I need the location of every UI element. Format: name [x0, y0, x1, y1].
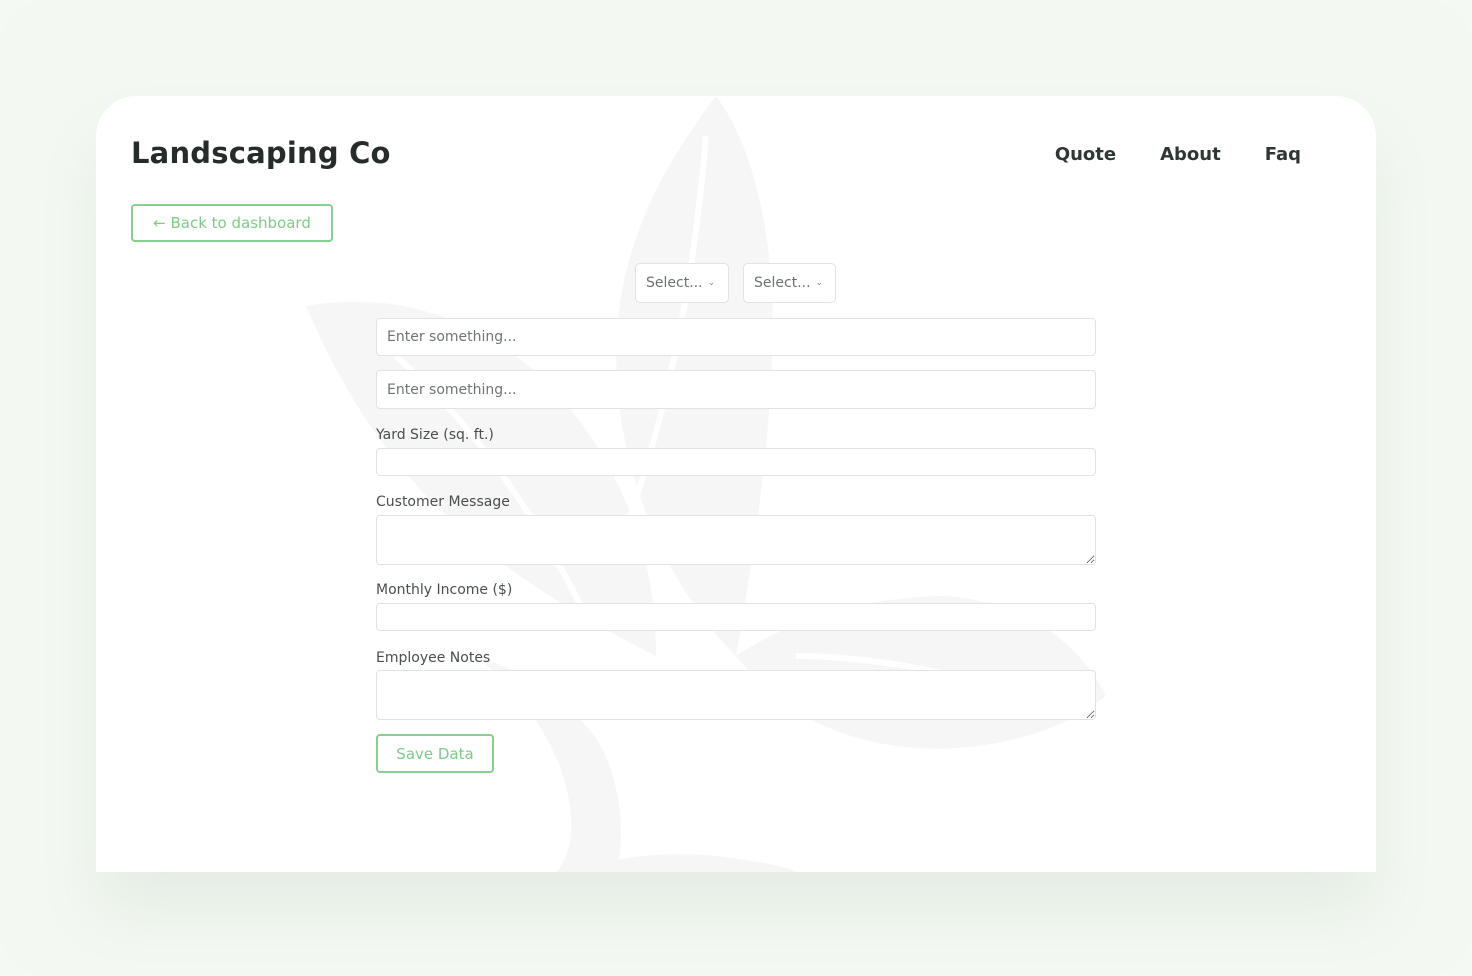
page-background: Landscaping Co Quote About Faq ← Back to… — [0, 0, 1472, 976]
customer-message-label: Customer Message — [376, 494, 510, 510]
main-card: Landscaping Co Quote About Faq ← Back to… — [96, 96, 1376, 872]
customer-message-textarea[interactable] — [376, 515, 1096, 565]
nav-quote[interactable]: Quote — [1055, 144, 1116, 165]
nav-about[interactable]: About — [1160, 144, 1221, 165]
select-row: Select... ⌄ Select... ⌄ — [635, 263, 836, 303]
select-dropdown-1[interactable]: Select... ⌄ — [635, 263, 729, 303]
nav-faq[interactable]: Faq — [1265, 144, 1301, 165]
select-2-value: Select... — [754, 275, 811, 291]
select-dropdown-2[interactable]: Select... ⌄ — [743, 263, 836, 303]
employee-notes-label: Employee Notes — [376, 650, 491, 666]
text-input-2[interactable] — [376, 370, 1096, 409]
select-1-value: Select... — [646, 275, 703, 291]
monthly-income-label: Monthly Income ($) — [376, 582, 513, 598]
save-data-button[interactable]: Save Data — [376, 734, 494, 773]
employee-notes-textarea[interactable] — [376, 670, 1096, 720]
top-nav: Quote About Faq — [1055, 144, 1301, 165]
text-input-1[interactable] — [376, 318, 1096, 356]
yard-size-label: Yard Size (sq. ft.) — [376, 427, 494, 443]
chevron-down-icon: ⌄ — [707, 277, 716, 288]
monthly-income-input[interactable] — [376, 603, 1096, 631]
chevron-down-icon: ⌄ — [815, 277, 824, 288]
brand-title: Landscaping Co — [131, 136, 391, 170]
yard-size-input[interactable] — [376, 448, 1096, 476]
back-to-dashboard-button[interactable]: ← Back to dashboard — [131, 204, 333, 242]
